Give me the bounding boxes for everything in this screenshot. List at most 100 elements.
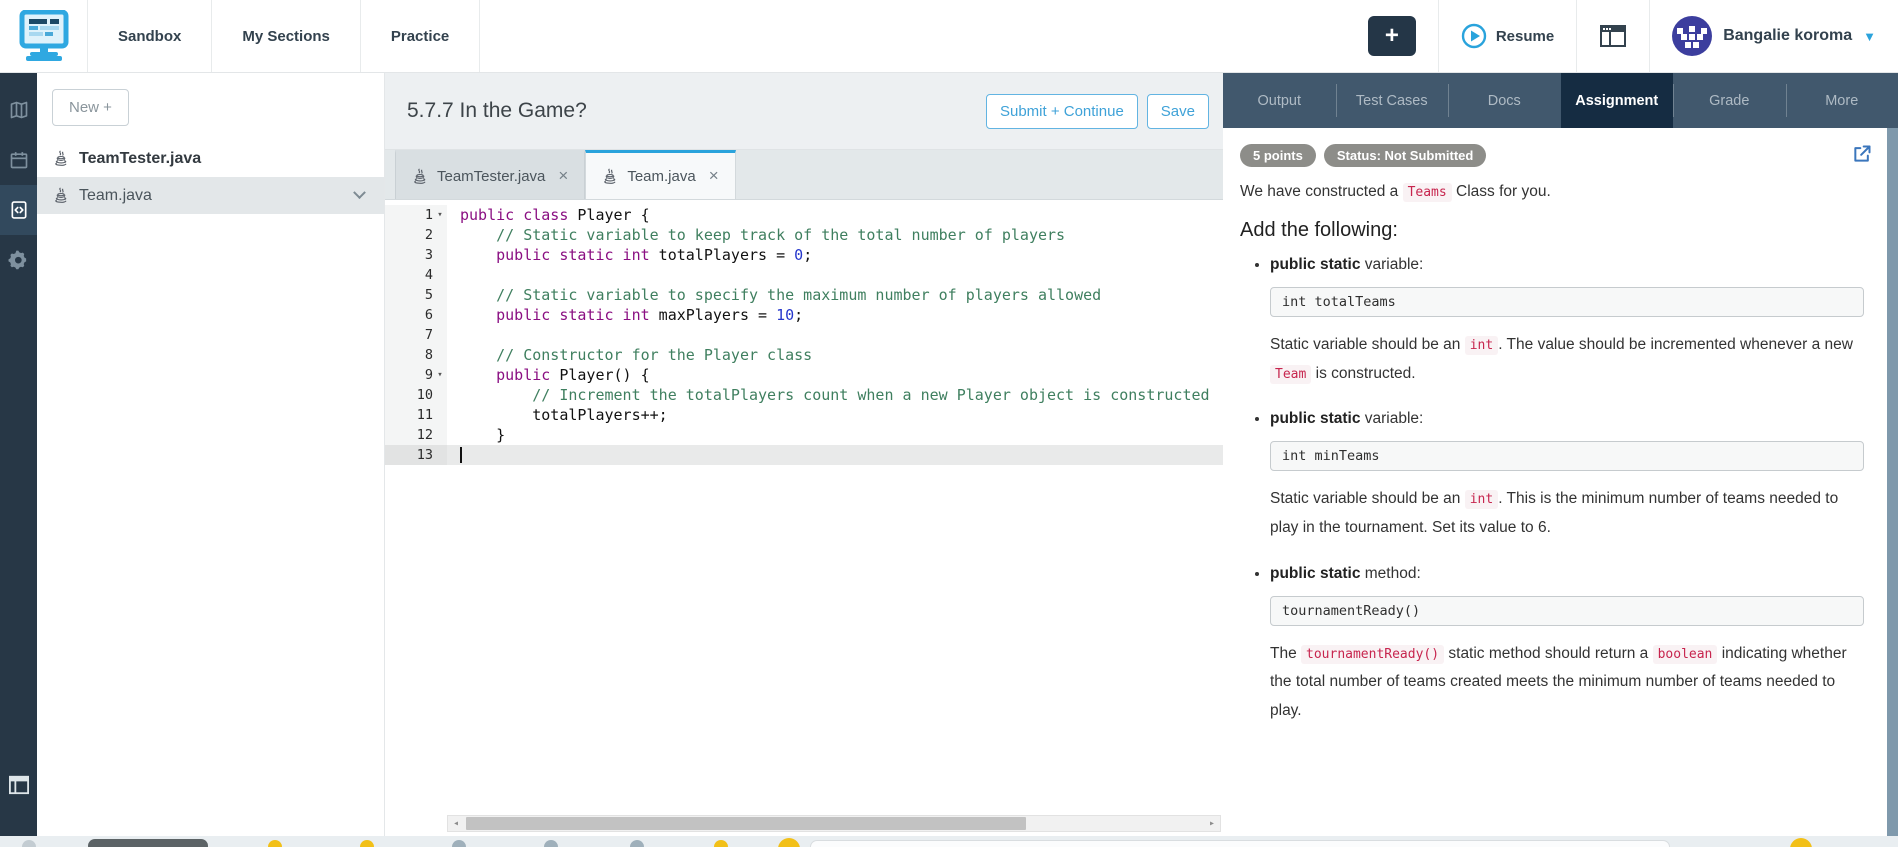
close-tab-icon[interactable]: × — [709, 166, 719, 186]
line-number: 11 — [385, 405, 433, 425]
save-button[interactable]: Save — [1146, 93, 1209, 129]
code-lines: 1 ▾ public class Player {2 // Static varia… — [385, 205, 1223, 465]
chevron-down-icon[interactable] — [353, 186, 366, 200]
taskbar-icon — [88, 839, 208, 847]
scroll-left-arrow[interactable]: ◂ — [448, 818, 464, 829]
taskbar-icon — [544, 840, 558, 847]
code-text: public static int maxPlayers = 10; — [496, 306, 804, 324]
code-editor[interactable]: 1 ▾ public class Player {2 // Static varia… — [385, 200, 1223, 836]
file-row[interactable]: TeamTester.java — [37, 140, 384, 177]
java-file-icon — [55, 150, 67, 166]
java-file-icon — [55, 187, 67, 203]
assignment-heading: Add the following: — [1240, 219, 1398, 241]
taskbar-search — [810, 840, 1670, 847]
code-text: // Static variable to keep track of the … — [460, 226, 1066, 244]
code-line[interactable]: 11 totalPlayers++; — [385, 405, 1223, 425]
code-line[interactable]: 10 // Increment the totalPlayers count w… — [385, 385, 1223, 405]
scroll-right-arrow[interactable]: ▸ — [1204, 818, 1220, 829]
code-line[interactable]: 13 — [385, 445, 1223, 465]
assignment-requirements: public static variable: int totalTeams Sta… — [1270, 256, 1864, 726]
submit-continue-button[interactable]: Submit + Continue — [985, 93, 1138, 129]
code-text — [447, 445, 1223, 465]
requirement-code-box: tournamentReady() — [1270, 595, 1864, 626]
file-list: TeamTester.java Team.java — [37, 140, 384, 214]
line-number: 7 — [385, 325, 433, 345]
tab-output[interactable]: Output — [1223, 73, 1336, 128]
fold-arrow-icon — [433, 445, 447, 465]
fold-arrow-icon[interactable]: ▾ — [433, 205, 447, 225]
fold-arrow-icon[interactable]: ▾ — [433, 365, 447, 385]
file-name: TeamTester.java — [79, 149, 202, 167]
fold-arrow-icon — [433, 225, 447, 245]
rail-map-icon[interactable] — [0, 85, 37, 135]
rail-calendar-icon[interactable] — [0, 135, 37, 185]
line-number: 2 — [385, 225, 433, 245]
fold-arrow-icon — [433, 305, 447, 325]
close-tab-icon[interactable]: × — [558, 166, 568, 186]
divider — [1437, 0, 1439, 72]
editor-tab[interactable]: Team.java × — [585, 150, 736, 199]
rail-code-files-icon[interactable] — [0, 185, 37, 235]
code-text: public Player() { — [496, 366, 650, 384]
exercise-title: 5.7.7 In the Game? — [407, 99, 587, 122]
file-row[interactable]: Team.java — [37, 177, 384, 214]
open-external-button[interactable] — [1852, 144, 1872, 169]
tab-grade[interactable]: Grade — [1673, 73, 1786, 128]
taskbar-icon — [714, 840, 728, 847]
code-line[interactable]: 7 — [385, 325, 1223, 345]
code-line[interactable]: 2 // Static variable to keep track of th… — [385, 225, 1223, 245]
window-icon — [1600, 25, 1627, 47]
file-name: Team.java — [79, 186, 152, 204]
text-cursor — [460, 447, 462, 463]
code-text: // Constructor for the Player class — [460, 346, 813, 364]
nav-item-practice[interactable]: Practice — [361, 0, 481, 72]
play-icon — [1461, 23, 1487, 49]
external-link-icon — [1854, 145, 1871, 162]
divider — [1576, 0, 1578, 72]
line-number: 6 — [385, 305, 433, 325]
nav-item-my-sections[interactable]: My Sections — [212, 0, 361, 72]
rail-settings-gear-icon[interactable] — [0, 235, 37, 285]
new-file-button[interactable]: New + — [52, 89, 129, 126]
nav-item-sandbox[interactable]: Sandbox — [88, 0, 213, 72]
codehs-logo[interactable] — [0, 0, 88, 72]
fold-arrow-icon — [433, 325, 447, 345]
tab-test-cases[interactable]: Test Cases — [1335, 73, 1449, 128]
requirement-description: Static variable should be an int. The va… — [1270, 336, 1853, 384]
code-line[interactable]: 9 ▾ public Player() { — [385, 365, 1223, 385]
requirement-description: The tournamentReady() static method shou… — [1270, 644, 1847, 720]
editor-tab[interactable]: TeamTester.java × — [395, 150, 586, 199]
code-line[interactable]: 6 public static int maxPlayers = 10; — [385, 305, 1223, 325]
inline-code-chip: Team — [1270, 364, 1312, 384]
fold-arrow-icon — [433, 425, 447, 445]
tab-more[interactable]: More — [1785, 73, 1898, 128]
requirement-code-box: int minTeams — [1270, 441, 1864, 472]
user-menu[interactable]: Bangalie koroma ▼ — [1672, 16, 1876, 56]
scrollbar-thumb[interactable] — [466, 817, 1026, 830]
top-nav: Sandbox My Sections Practice + Resume Ba… — [0, 0, 1898, 73]
fold-arrow-icon — [433, 405, 447, 425]
rail-layout-panel-icon[interactable] — [0, 760, 37, 810]
resume-button[interactable]: Resume — [1461, 23, 1554, 49]
assignment-intro: We have constructed a Teams Class for yo… — [1240, 183, 1551, 202]
sections-window-button[interactable] — [1599, 23, 1627, 49]
code-line[interactable]: 12 } — [385, 425, 1223, 445]
tab-docs[interactable]: Docs — [1448, 73, 1561, 128]
code-line[interactable]: 5 // Static variable to specify the maxi… — [385, 285, 1223, 305]
code-line[interactable]: 1 ▾ public class Player { — [385, 205, 1223, 225]
fold-arrow-icon — [433, 345, 447, 365]
code-line[interactable]: 3 public static int totalPlayers = 0; — [385, 245, 1223, 265]
add-button[interactable]: + — [1367, 16, 1416, 56]
code-line[interactable]: 8 // Constructor for the Player class — [385, 345, 1223, 365]
horizontal-scrollbar[interactable]: ◂ ▸ — [447, 815, 1221, 832]
code-text: public static int totalPlayers = 0; — [496, 246, 813, 264]
code-line[interactable]: 4 — [385, 265, 1223, 285]
right-panel-scrollbar[interactable] — [1887, 128, 1898, 836]
right-tab-bar: Output Test Cases Docs Assignment Grade More — [1223, 73, 1898, 128]
resume-label: Resume — [1495, 27, 1555, 45]
tab-assignment[interactable]: Assignment — [1560, 73, 1673, 128]
taskbar-sliver — [0, 836, 1898, 847]
